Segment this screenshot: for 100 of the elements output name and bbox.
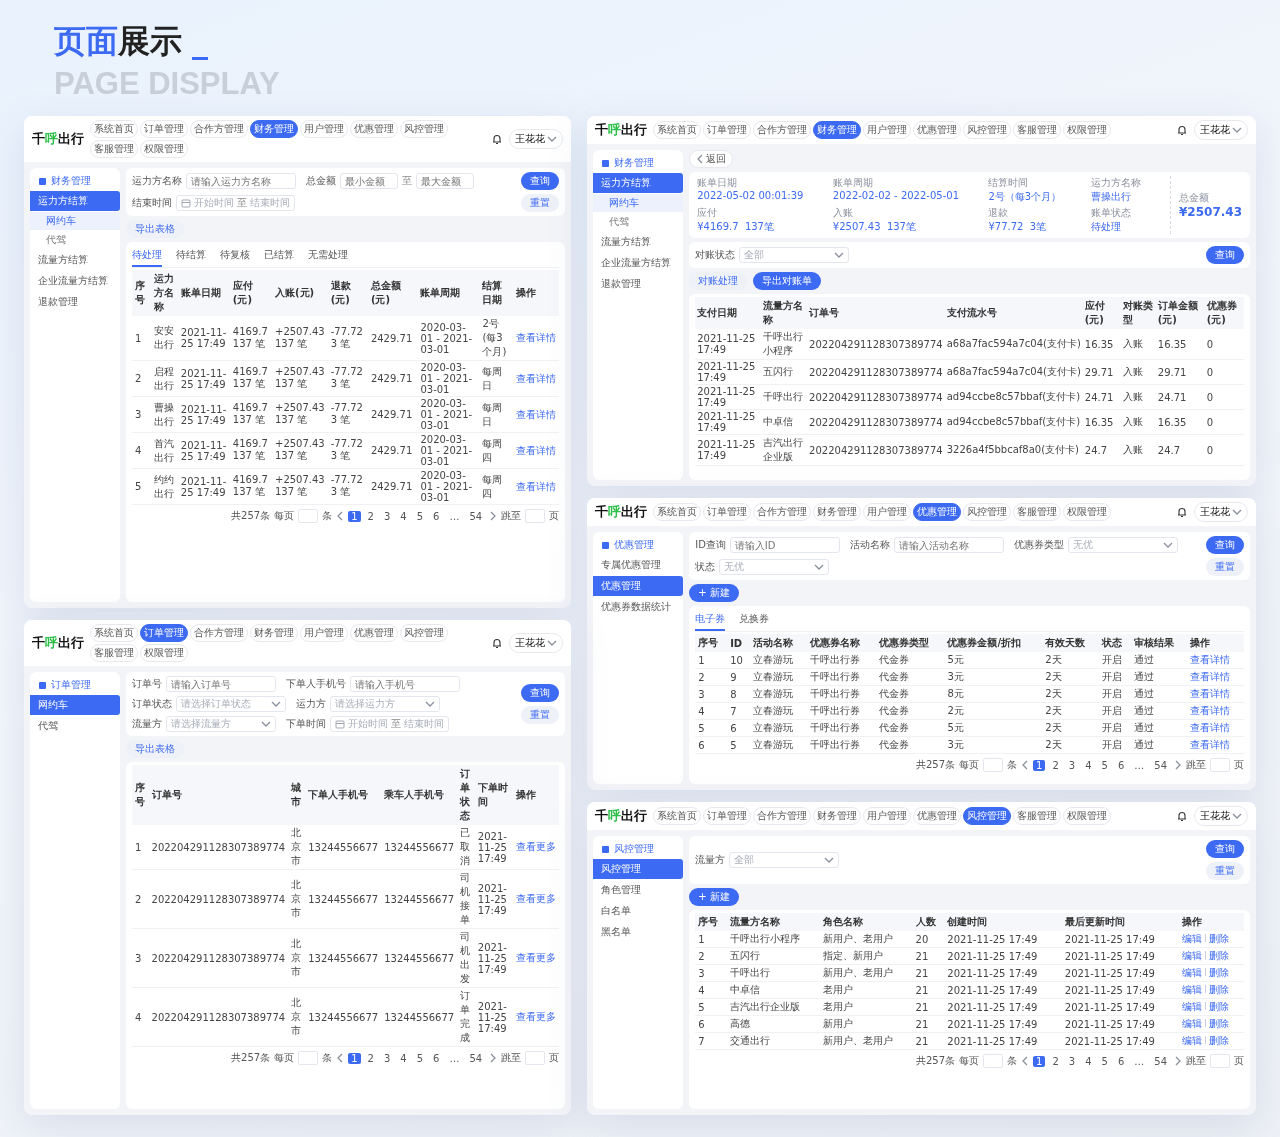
nav-tab[interactable]: 订单管理: [703, 121, 752, 140]
sidebar-item[interactable]: 优惠券数据统计: [593, 597, 684, 618]
sidebar-item[interactable]: 企业流量方结算: [593, 253, 684, 274]
user-menu[interactable]: 王花花: [509, 129, 564, 150]
tab[interactable]: 待处理: [132, 245, 162, 268]
nav-tab[interactable]: 风控管理: [963, 503, 1012, 522]
nav-tab[interactable]: 权限管理: [1063, 807, 1112, 826]
sidebar-item[interactable]: 白名单: [593, 901, 684, 922]
page-button[interactable]: …: [446, 1052, 463, 1064]
nav-tab[interactable]: 用户管理: [863, 503, 912, 522]
page-button[interactable]: 6: [430, 1052, 443, 1064]
page-button[interactable]: 2: [364, 1052, 377, 1064]
nav-tab[interactable]: 订单管理: [140, 624, 188, 643]
nav-tab[interactable]: 权限管理: [1063, 503, 1112, 522]
table-link[interactable]: 查看详情: [1190, 722, 1231, 734]
page-button[interactable]: 4: [1082, 759, 1095, 771]
page-button[interactable]: 5: [413, 510, 427, 522]
page-button[interactable]: 5: [1098, 759, 1111, 771]
page-button[interactable]: 1: [1033, 759, 1046, 771]
tab[interactable]: 已结算: [264, 245, 294, 268]
sidebar-item[interactable]: 黑名单: [593, 922, 684, 943]
nav-tab[interactable]: 系统首页: [90, 624, 138, 643]
date-range-field[interactable]: 开始时间 至 结束时间: [176, 195, 295, 212]
row-action-link[interactable]: 编辑: [1182, 950, 1203, 962]
row-action-link[interactable]: 删除: [1209, 984, 1230, 996]
nav-tab[interactable]: 财务管理: [813, 121, 862, 140]
nav-tab[interactable]: 用户管理: [300, 120, 348, 139]
nav-tab[interactable]: 风控管理: [963, 121, 1012, 140]
nav-tab[interactable]: 系统首页: [90, 120, 138, 139]
nav-tab[interactable]: 订单管理: [703, 503, 752, 522]
nav-tab[interactable]: 权限管理: [140, 644, 188, 663]
page-button[interactable]: 54: [466, 1052, 486, 1064]
table-link[interactable]: 查看更多: [516, 841, 557, 853]
nav-tab[interactable]: 合作方管理: [190, 624, 248, 643]
page-button[interactable]: 5: [1098, 1055, 1111, 1067]
action-button[interactable]: 查询: [1206, 840, 1244, 859]
table-link[interactable]: 查看详情: [516, 332, 557, 344]
tab[interactable]: 电子券: [695, 609, 726, 632]
nav-tab[interactable]: 客服管理: [1013, 807, 1062, 826]
input-field[interactable]: 最小金额: [340, 173, 398, 190]
sidebar-item[interactable]: 代驾: [593, 213, 684, 232]
row-action-link[interactable]: 编辑: [1182, 967, 1203, 979]
action-button[interactable]: 查询: [1206, 536, 1244, 555]
input-field[interactable]: 请输入活动名称: [893, 537, 1004, 554]
nav-tab[interactable]: 优惠管理: [350, 120, 398, 139]
nav-tab[interactable]: 优惠管理: [350, 624, 398, 643]
action-button[interactable]: + 新建: [689, 888, 739, 907]
back-button[interactable]: 返回: [689, 150, 734, 169]
nav-tab[interactable]: 订单管理: [140, 120, 188, 139]
row-action-link[interactable]: 删除: [1209, 1018, 1230, 1030]
nav-tab[interactable]: 财务管理: [250, 120, 298, 139]
user-menu[interactable]: 王花花: [509, 633, 564, 654]
row-action-link[interactable]: 编辑: [1182, 984, 1203, 996]
nav-tab[interactable]: 用户管理: [863, 807, 912, 826]
action-button[interactable]: 导出表格: [126, 740, 184, 759]
page-button[interactable]: 1: [348, 510, 361, 522]
row-action-link[interactable]: 编辑: [1182, 933, 1203, 945]
sidebar-item[interactable]: 流量方结算: [30, 250, 120, 271]
nav-tab[interactable]: 优惠管理: [913, 503, 962, 522]
action-button[interactable]: 导出对账单: [753, 272, 822, 291]
input-field[interactable]: 请输入订单号: [166, 676, 276, 693]
action-button[interactable]: 对账处理: [689, 272, 748, 291]
sidebar-item[interactable]: 退款管理: [30, 292, 120, 313]
nav-tab[interactable]: 优惠管理: [913, 807, 962, 826]
page-button[interactable]: 2: [1049, 759, 1062, 771]
nav-tab[interactable]: 合作方管理: [190, 120, 248, 139]
page-button[interactable]: 54: [466, 510, 486, 522]
sidebar-item[interactable]: 专属优惠管理: [593, 555, 684, 576]
table-link[interactable]: 查看详情: [516, 480, 557, 492]
page-button[interactable]: 4: [397, 510, 410, 522]
action-button[interactable]: 导出表格: [126, 220, 184, 239]
sidebar-item[interactable]: 网约车: [593, 194, 684, 213]
nav-tab[interactable]: 风控管理: [963, 807, 1012, 826]
page-button[interactable]: 6: [1114, 1055, 1128, 1067]
action-button[interactable]: 查询: [521, 172, 560, 191]
nav-tab[interactable]: 合作方管理: [753, 503, 812, 522]
sidebar-item[interactable]: 风控管理: [593, 859, 684, 880]
action-button[interactable]: 重置: [1206, 862, 1244, 881]
table-link[interactable]: 查看详情: [1190, 705, 1231, 717]
sidebar-item[interactable]: 网约车: [30, 695, 120, 716]
row-action-link[interactable]: 删除: [1209, 1035, 1230, 1047]
sidebar-item[interactable]: 代驾: [30, 716, 120, 737]
page-button[interactable]: …: [1131, 1055, 1148, 1067]
tab[interactable]: 待结算: [176, 245, 206, 268]
table-link[interactable]: 查看更多: [516, 1011, 557, 1023]
nav-tab[interactable]: 优惠管理: [913, 121, 962, 140]
action-button[interactable]: 重置: [521, 194, 560, 213]
page-button[interactable]: 54: [1151, 759, 1170, 771]
table-link[interactable]: 查看详情: [516, 444, 557, 456]
action-button[interactable]: 重置: [1206, 558, 1244, 577]
nav-tab[interactable]: 系统首页: [653, 503, 702, 522]
page-button[interactable]: 3: [380, 1052, 394, 1064]
user-menu[interactable]: 王花花: [1194, 120, 1248, 141]
page-button[interactable]: 3: [380, 510, 394, 522]
nav-tab[interactable]: 权限管理: [1063, 121, 1112, 140]
input-field[interactable]: 请输入手机号: [350, 676, 460, 693]
table-link[interactable]: 查看详情: [516, 408, 557, 420]
table-link[interactable]: 查看详情: [1190, 654, 1231, 666]
action-button[interactable]: 查询: [1206, 246, 1244, 265]
page-button[interactable]: 1: [348, 1052, 361, 1064]
